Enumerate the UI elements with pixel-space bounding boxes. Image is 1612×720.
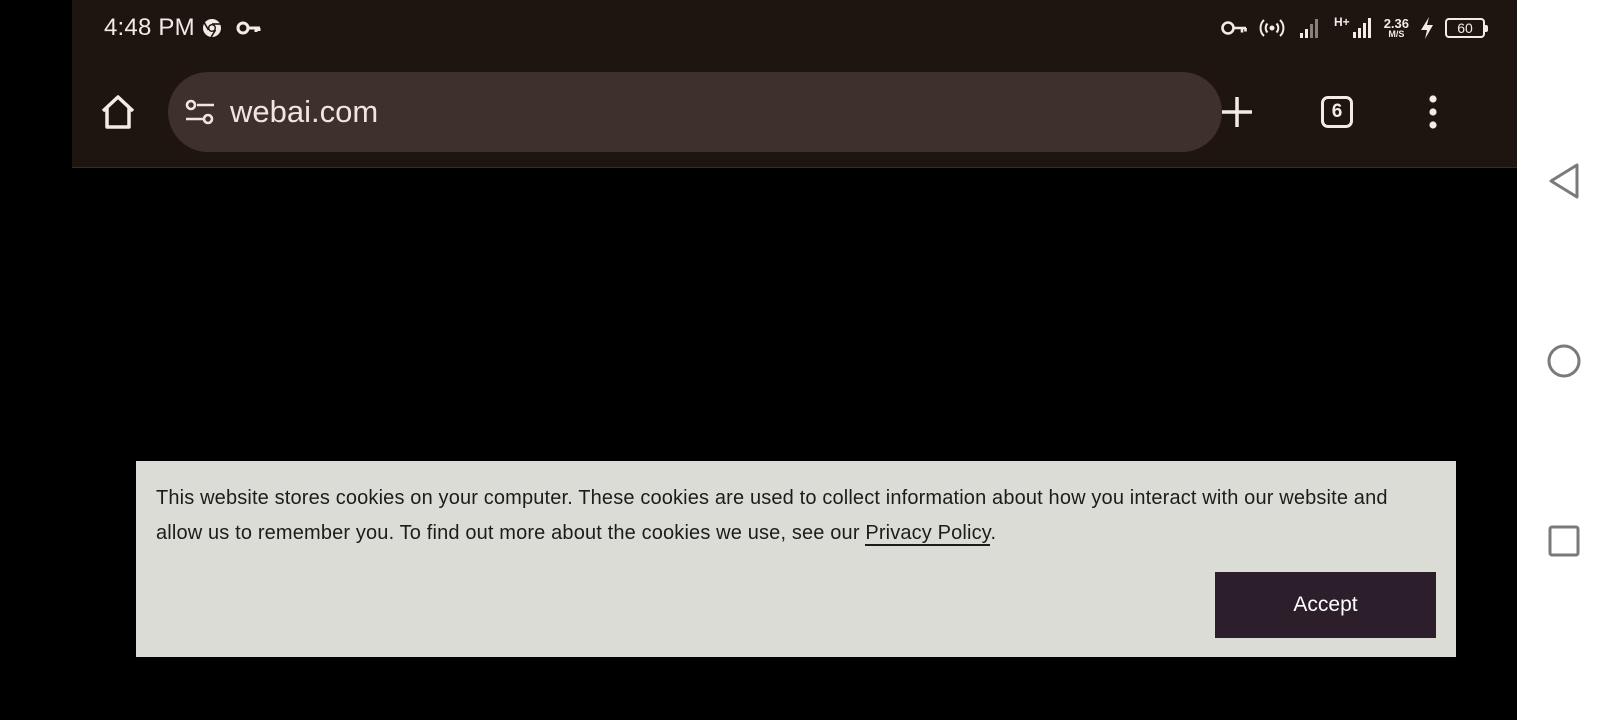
home-nav-button[interactable] [1543, 340, 1585, 382]
home-button[interactable] [90, 84, 146, 140]
left-bezel [0, 0, 72, 720]
back-icon [1549, 163, 1579, 199]
signal-icon [1300, 19, 1318, 38]
status-bar: 4:48 PM H+ 2.36 M/S 60 [72, 0, 1517, 56]
accept-button[interactable]: Accept [1215, 572, 1436, 638]
recents-button[interactable] [1543, 520, 1585, 562]
net-speed-value: 2.36 [1383, 15, 1409, 31]
device-screen: 4:48 PM H+ 2.36 M/S 60 webai.com 6 This … [72, 0, 1517, 720]
home-circle-icon [1547, 344, 1581, 378]
net-speed-unit: M/S [1388, 28, 1405, 39]
cookie-banner: This website stores cookies on your comp… [136, 461, 1456, 657]
privacy-policy-link[interactable]: Privacy Policy [865, 522, 991, 546]
cookie-message-end: . [990, 522, 997, 544]
tab-switcher-button[interactable]: 6 [1309, 84, 1365, 140]
battery-level: 60 [1457, 20, 1473, 36]
cookie-message: This website stores cookies on your comp… [156, 481, 1436, 551]
status-time: 4:48 PM [104, 14, 195, 41]
screen: 4:48 PM H+ 2.36 M/S 60 webai.com 6 This … [0, 0, 1612, 720]
cookie-message-text: This website stores cookies on your comp… [156, 487, 1388, 544]
signal-hplus-icon: H+ [1334, 16, 1374, 40]
site-settings-icon [185, 99, 214, 125]
new-tab-button[interactable] [1209, 84, 1265, 140]
web-page: This website stores cookies on your comp… [72, 168, 1517, 720]
more-menu-button[interactable] [1405, 84, 1461, 140]
recents-icon [1548, 525, 1580, 557]
key-icon [236, 16, 261, 40]
network-type: H+ [1334, 15, 1350, 29]
vpn-key-icon [1221, 21, 1247, 35]
tab-switcher-icon: 6 [1321, 96, 1353, 128]
status-icons: H+ 2.36 M/S 60 [1220, 14, 1488, 42]
home-icon [101, 95, 135, 129]
tab-count: 6 [1331, 101, 1343, 122]
hotspot-icon [1259, 19, 1285, 37]
chrome-icon [200, 16, 224, 40]
browser-toolbar: webai.com 6 [72, 56, 1517, 168]
site-settings-button[interactable] [180, 92, 220, 132]
charging-icon [1421, 17, 1433, 39]
new-tab-icon [1222, 97, 1252, 127]
address-bar[interactable]: webai.com [168, 72, 1222, 152]
battery-indicator: 60 [1445, 18, 1488, 38]
system-nav-bar [1517, 0, 1612, 720]
url-text[interactable]: webai.com [230, 94, 378, 130]
back-button[interactable] [1543, 160, 1585, 202]
more-menu-icon [1429, 95, 1437, 129]
net-speed: 2.36 M/S [1383, 15, 1409, 39]
